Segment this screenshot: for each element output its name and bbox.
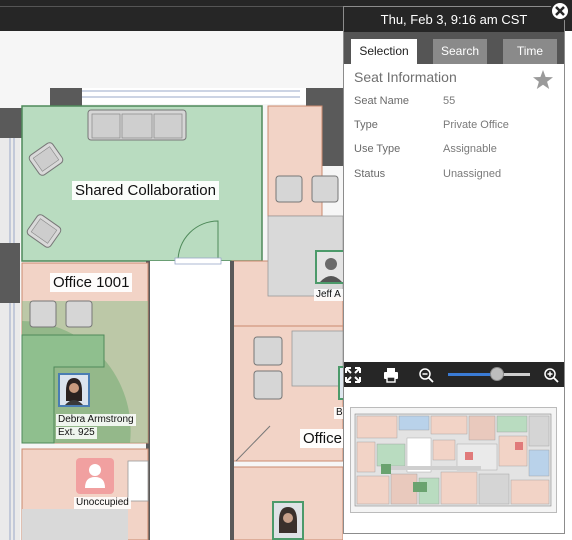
room-label-office-1001[interactable]: Office 1001 bbox=[50, 273, 133, 292]
zoom-in-button[interactable] bbox=[542, 366, 560, 384]
details-panel: Thu, Feb 3, 9:16 am CST Selection Search… bbox=[343, 6, 565, 534]
person-label-b: B bbox=[334, 407, 343, 419]
field-label-status: Status bbox=[354, 168, 386, 180]
close-icon bbox=[555, 6, 565, 16]
print-icon bbox=[384, 368, 398, 383]
avatar-partial-bottom[interactable] bbox=[272, 501, 304, 540]
field-value-use-type: Assignable bbox=[443, 143, 497, 155]
field-value-seat-name: 55 bbox=[443, 95, 456, 107]
tab-search[interactable]: Search bbox=[433, 39, 487, 64]
tab-bar: Selection Search Time bbox=[344, 32, 564, 64]
map-toolbar bbox=[344, 362, 564, 387]
person-label-jeff: Jeff A bbox=[314, 289, 343, 301]
fit-screen-icon bbox=[345, 367, 361, 383]
unoccupied-label: Unoccupied bbox=[74, 497, 131, 509]
person-ext-debra: Ext. 925 bbox=[56, 427, 97, 439]
field-value-type: Private Office bbox=[443, 119, 509, 131]
favorite-star-button[interactable] bbox=[532, 69, 554, 91]
zoom-in-icon bbox=[544, 368, 559, 383]
close-button[interactable] bbox=[550, 1, 570, 21]
zoom-out-icon bbox=[419, 368, 434, 383]
unoccupied-seat-icon[interactable] bbox=[76, 458, 114, 494]
floor-plan[interactable]: Shared Collaboration Office 1001 Office … bbox=[0, 31, 343, 540]
field-value-status: Unassigned bbox=[443, 168, 502, 180]
zoom-slider[interactable] bbox=[448, 367, 530, 381]
person-photo-icon bbox=[274, 503, 302, 538]
star-icon bbox=[533, 70, 553, 89]
person-icon bbox=[85, 464, 105, 488]
tab-selection[interactable]: Selection bbox=[351, 39, 417, 64]
app-frame: Shared Collaboration Office 1001 Office … bbox=[0, 0, 572, 540]
zoom-slider-thumb[interactable] bbox=[490, 367, 505, 381]
avatar-jeff[interactable] bbox=[315, 250, 343, 284]
tab-time[interactable]: Time bbox=[503, 39, 557, 64]
avatar-debra-armstrong[interactable] bbox=[58, 373, 90, 407]
seat-information-title: Seat Information bbox=[354, 69, 457, 85]
person-name-debra: Debra Armstrong bbox=[56, 414, 136, 426]
print-button[interactable] bbox=[382, 366, 400, 384]
minimap-overview[interactable] bbox=[350, 407, 557, 513]
datetime-header: Thu, Feb 3, 9:16 am CST bbox=[344, 7, 564, 32]
fit-screen-button[interactable] bbox=[344, 366, 362, 384]
field-label-seat-name: Seat Name bbox=[354, 95, 410, 107]
field-label-use-type: Use Type bbox=[354, 143, 401, 155]
person-photo-icon bbox=[317, 252, 343, 282]
room-label-office-partial[interactable]: Office bbox=[300, 429, 343, 448]
person-photo-icon bbox=[60, 375, 88, 405]
zoom-out-button[interactable] bbox=[417, 366, 435, 384]
field-label-type: Type bbox=[354, 119, 378, 131]
minimap-drawing bbox=[351, 408, 556, 512]
room-label-shared-collaboration[interactable]: Shared Collaboration bbox=[72, 181, 219, 200]
